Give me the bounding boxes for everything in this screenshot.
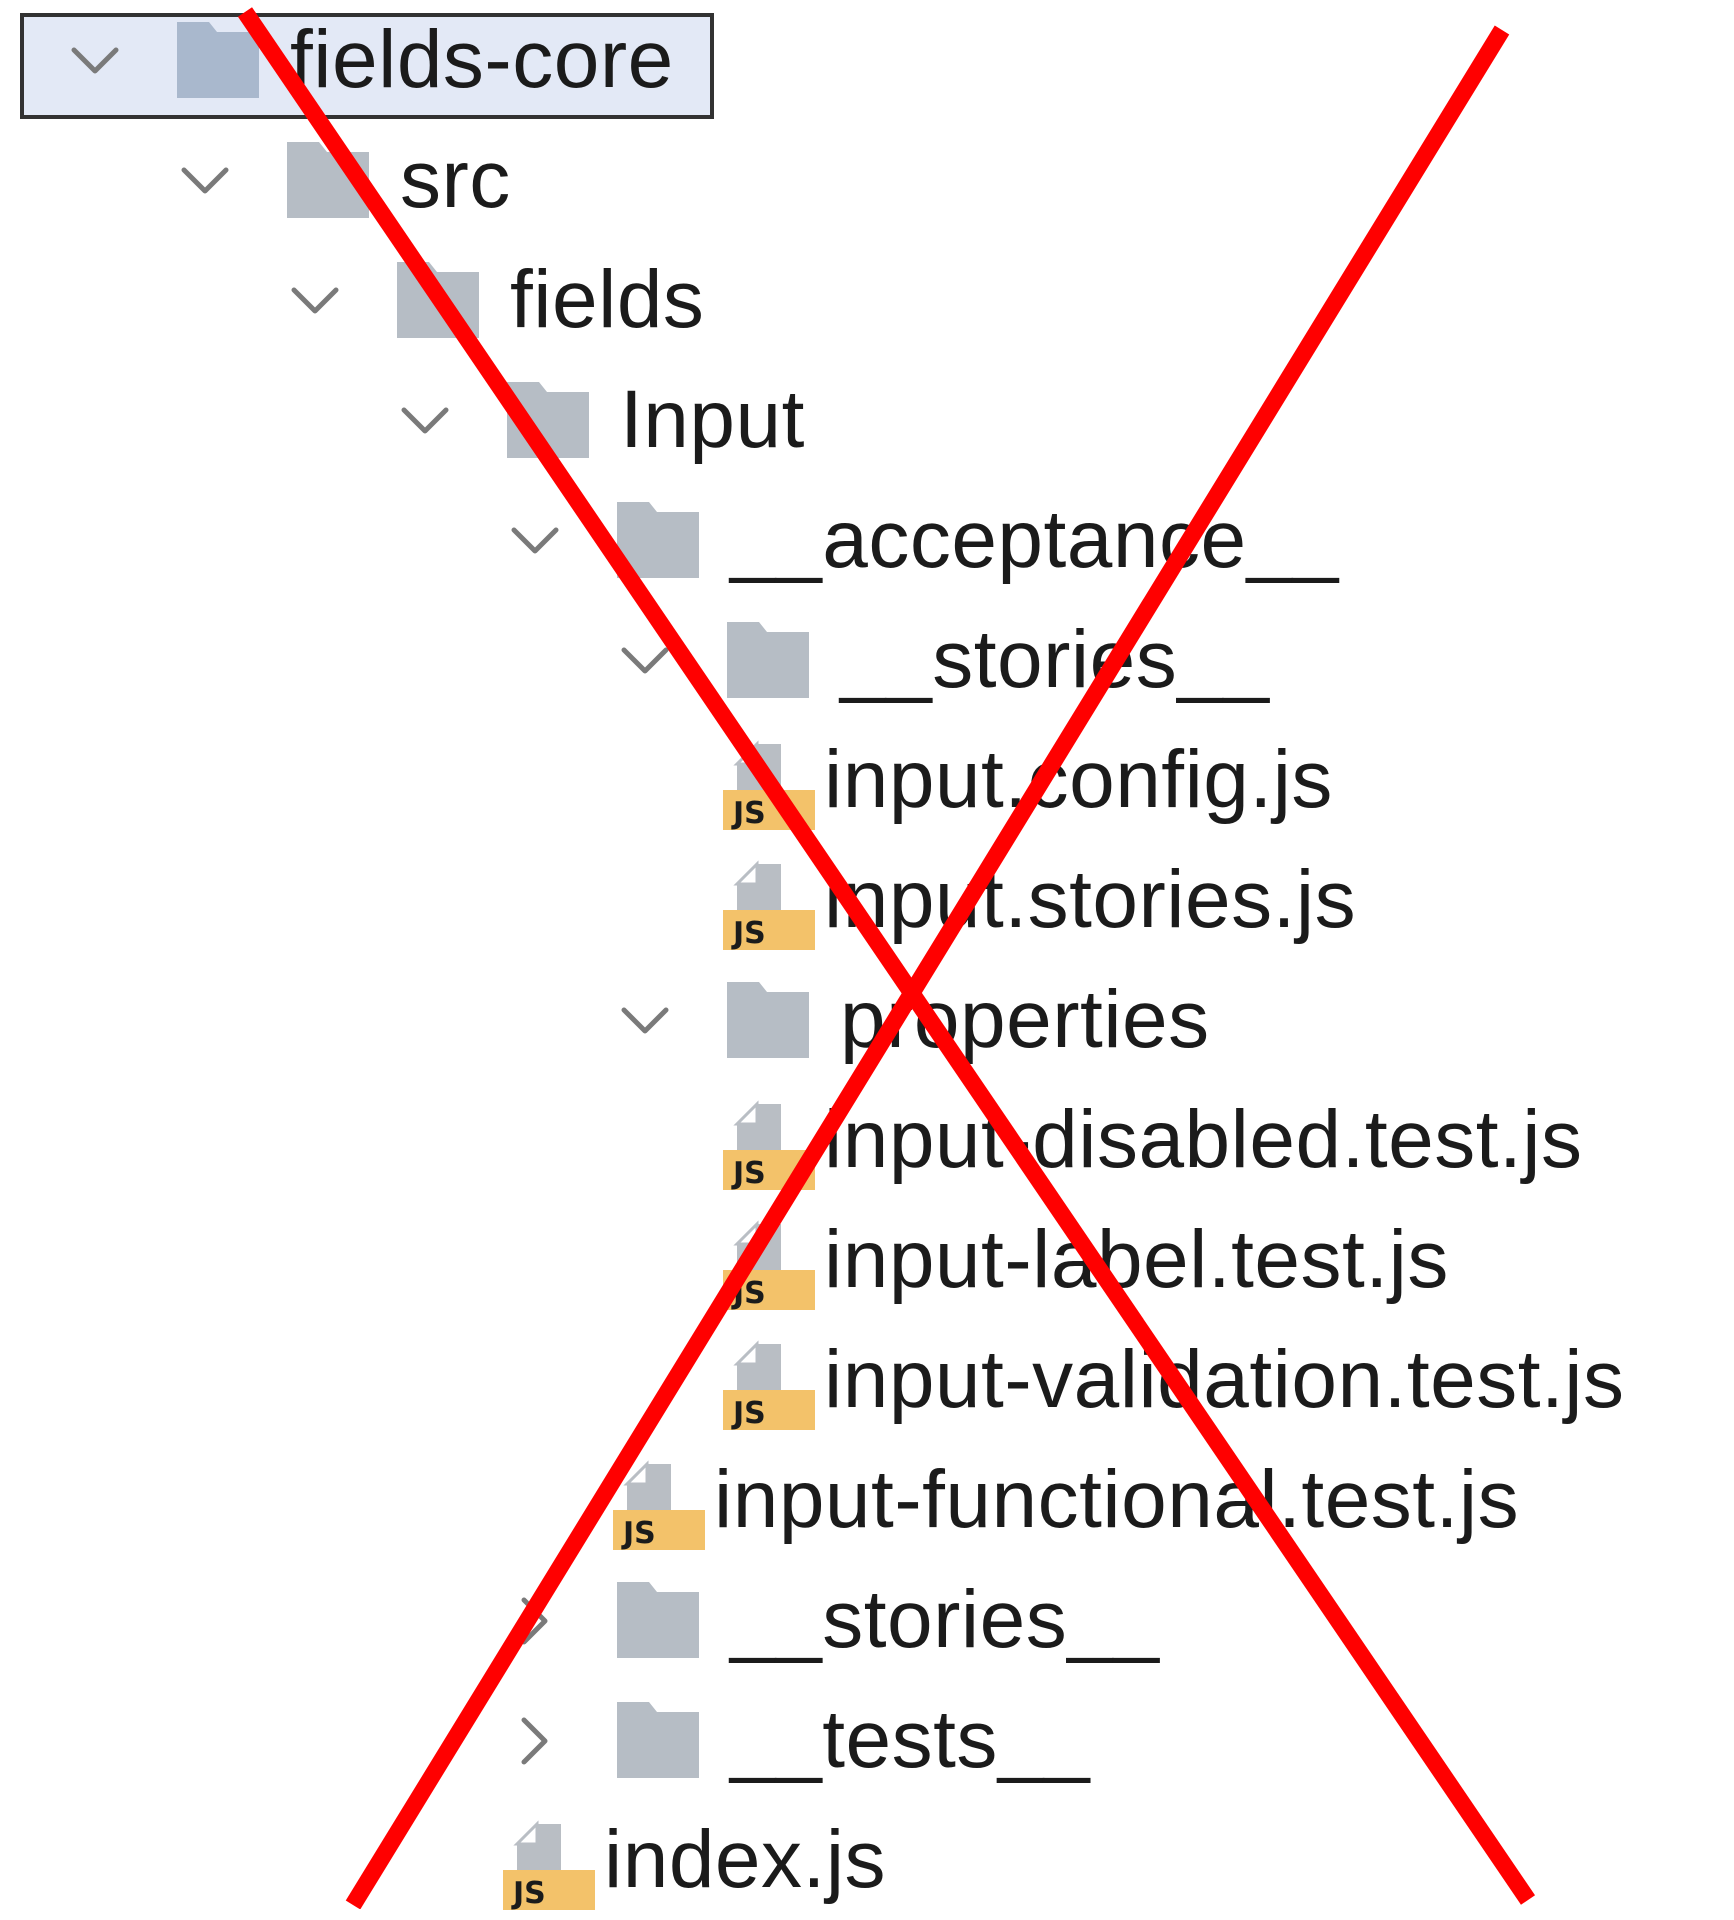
js-file-icon: JS xyxy=(723,1340,815,1432)
tree-folder-row[interactable]: Input xyxy=(0,360,1734,480)
folder-name: fields-core xyxy=(290,14,674,105)
folder-icon xyxy=(175,18,261,102)
folder-name: __stories__ xyxy=(730,1574,1160,1665)
svg-text:JS: JS xyxy=(731,796,766,831)
svg-text:JS: JS xyxy=(511,1876,546,1911)
folder-name: fields xyxy=(510,254,705,345)
chevron-down-icon[interactable] xyxy=(610,986,680,1056)
folder-icon xyxy=(615,1578,701,1662)
folder-icon xyxy=(395,258,481,342)
file-name: input.stories.js xyxy=(824,854,1357,945)
svg-text:JS: JS xyxy=(731,916,766,951)
folder-name: properties xyxy=(840,974,1210,1065)
folder-name: Input xyxy=(620,374,805,465)
chevron-right-icon[interactable] xyxy=(500,1586,570,1656)
tree-folder-row[interactable]: __stories__ xyxy=(0,1560,1734,1680)
folder-name: __stories__ xyxy=(840,614,1270,705)
js-file-icon: JS xyxy=(613,1460,705,1552)
folder-icon xyxy=(725,618,811,702)
js-file-icon: JS xyxy=(723,860,815,952)
file-name: index.js xyxy=(604,1814,887,1905)
chevron-down-icon[interactable] xyxy=(500,506,570,576)
tree-file-row[interactable]: JS input-functional.test.js xyxy=(0,1440,1734,1560)
folder-icon xyxy=(615,498,701,582)
svg-text:JS: JS xyxy=(731,1156,766,1191)
tree-folder-row[interactable]: __stories__ xyxy=(0,600,1734,720)
tree-file-row[interactable]: JS input-disabled.test.js xyxy=(0,1080,1734,1200)
folder-name: __tests__ xyxy=(730,1694,1091,1785)
tree-folder-row[interactable]: __tests__ xyxy=(0,1680,1734,1800)
folder-icon xyxy=(285,138,371,222)
chevron-down-icon[interactable] xyxy=(60,26,130,96)
tree-file-row[interactable]: JS input-label.test.js xyxy=(0,1200,1734,1320)
svg-text:JS: JS xyxy=(621,1516,656,1551)
file-name: input-label.test.js xyxy=(824,1214,1449,1305)
project-file-tree: fields-core src fields Input __acceptance__ _… xyxy=(0,0,1734,1911)
tree-folder-row[interactable]: fields-core xyxy=(0,0,1734,120)
chevron-right-icon[interactable] xyxy=(500,1706,570,1776)
js-file-icon: JS xyxy=(503,1820,595,1912)
tree-folder-row[interactable]: __acceptance__ xyxy=(0,480,1734,600)
file-name: input-validation.test.js xyxy=(824,1334,1625,1425)
chevron-down-icon[interactable] xyxy=(280,266,350,336)
chevron-down-icon[interactable] xyxy=(610,626,680,696)
chevron-down-icon[interactable] xyxy=(390,386,460,456)
file-name: input-functional.test.js xyxy=(714,1454,1520,1545)
svg-text:JS: JS xyxy=(731,1396,766,1431)
svg-text:JS: JS xyxy=(731,1276,766,1311)
folder-name: src xyxy=(400,134,511,225)
tree-file-row[interactable]: JS input.stories.js xyxy=(0,840,1734,960)
tree-folder-row[interactable]: properties xyxy=(0,960,1734,1080)
tree-file-row[interactable]: JS input.config.js xyxy=(0,720,1734,840)
js-file-icon: JS xyxy=(723,1220,815,1312)
js-file-icon: JS xyxy=(723,740,815,832)
file-name: input.config.js xyxy=(824,734,1333,825)
tree-file-row[interactable]: JS input-validation.test.js xyxy=(0,1320,1734,1440)
tree-folder-row[interactable]: fields xyxy=(0,240,1734,360)
js-file-icon: JS xyxy=(723,1100,815,1192)
folder-icon xyxy=(725,978,811,1062)
folder-name: __acceptance__ xyxy=(730,494,1339,585)
file-name: input-disabled.test.js xyxy=(824,1094,1583,1185)
folder-icon xyxy=(505,378,591,462)
tree-file-row[interactable]: JS index.js xyxy=(0,1800,1734,1920)
tree-folder-row[interactable]: src xyxy=(0,120,1734,240)
folder-icon xyxy=(615,1698,701,1782)
chevron-down-icon[interactable] xyxy=(170,146,240,216)
